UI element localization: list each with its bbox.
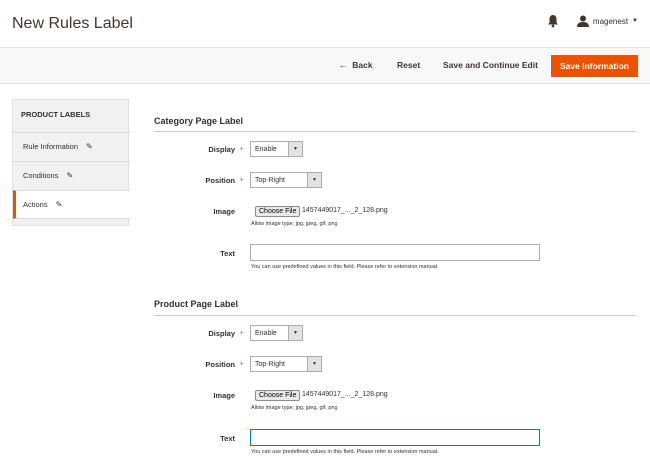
chevron-down-icon: ▼ (288, 326, 302, 340)
sidebar-item-actions[interactable]: Actions ✎ (13, 190, 130, 219)
image-type-note: Allow image type: jpg, jpeg, gif, png (251, 221, 338, 227)
select-value: Top-Right (255, 176, 285, 184)
section-divider (154, 315, 636, 316)
display-label: Display (208, 329, 235, 338)
chevron-down-icon: ▼ (307, 357, 321, 371)
text-help-note: You can use predefined values in this fi… (251, 449, 439, 455)
category-text-input[interactable] (250, 244, 540, 261)
pencil-icon: ✎ (55, 200, 63, 209)
sidebar-item-conditions[interactable]: Conditions ✎ (13, 161, 130, 189)
product-file-name: 1457449017_..._2_128.png (302, 391, 388, 398)
text-help-note: You can use predefined values in this fi… (251, 264, 439, 270)
user-icon[interactable] (576, 15, 589, 27)
pencil-icon: ✎ (86, 142, 93, 151)
username-link[interactable]: magenest (593, 17, 628, 26)
image-label: Image (213, 391, 235, 400)
reset-button[interactable]: Reset (397, 60, 420, 70)
bell-icon[interactable] (547, 14, 559, 28)
save-and-continue-button[interactable]: Save and Continue Edit (443, 60, 538, 70)
product-choose-file-button[interactable]: Choose File (255, 390, 301, 401)
image-type-note: Allow image type: jpg, jpeg, gif, png (251, 405, 338, 411)
product-position-select[interactable]: Top-Right ▼ (250, 356, 322, 372)
required-marker: * (240, 360, 243, 369)
select-value: Enable (255, 329, 277, 337)
category-position-select[interactable]: Top-Right ▼ (250, 172, 322, 188)
select-value: Enable (255, 145, 277, 153)
arrow-left-icon: ← (339, 60, 348, 70)
back-button-label: Back (352, 60, 373, 70)
sidebar-item-label: Rule Information (23, 142, 79, 151)
required-marker: * (240, 329, 243, 338)
product-display-select[interactable]: Enable ▼ (250, 325, 303, 341)
back-button[interactable]: ← Back (339, 60, 373, 70)
select-value: Top-Right (255, 360, 285, 368)
display-label: Display (208, 145, 235, 154)
text-label: Text (220, 434, 235, 443)
chevron-down-icon[interactable]: ▼ (632, 18, 638, 24)
section-divider (154, 131, 636, 132)
sidebar-item-label: Actions (23, 200, 48, 209)
sidebar-item-label: Conditions (23, 171, 59, 180)
sidebar-tabs: PRODUCT LABELS Rule Information ✎ Condit… (12, 99, 130, 226)
sidebar-item-rule-information[interactable]: Rule Information ✎ (13, 132, 130, 160)
text-label: Text (220, 249, 235, 258)
section-title-product: Product Page Label (154, 299, 239, 309)
position-label: Position (205, 176, 235, 185)
page-actions-bar: ← Back Reset Save and Continue Edit Save… (0, 47, 650, 84)
required-marker: * (240, 145, 243, 154)
admin-user-area: magenest ▼ (547, 14, 638, 28)
category-display-select[interactable]: Enable ▼ (250, 141, 303, 157)
product-text-input[interactable] (250, 429, 540, 446)
category-choose-file-button[interactable]: Choose File (255, 206, 301, 217)
sidebar-title: PRODUCT LABELS (21, 110, 91, 119)
required-marker: * (240, 176, 243, 185)
pencil-icon: ✎ (66, 171, 74, 180)
section-title-category: Category Page Label (154, 116, 244, 126)
page-title: New Rules Label (12, 15, 133, 32)
chevron-down-icon: ▼ (307, 173, 321, 187)
image-label: Image (213, 207, 235, 216)
chevron-down-icon: ▼ (288, 142, 302, 156)
position-label: Position (205, 360, 235, 369)
save-information-button[interactable]: Save Information (551, 55, 638, 77)
category-file-name: 1457449017_..._2_128.png (302, 207, 388, 214)
